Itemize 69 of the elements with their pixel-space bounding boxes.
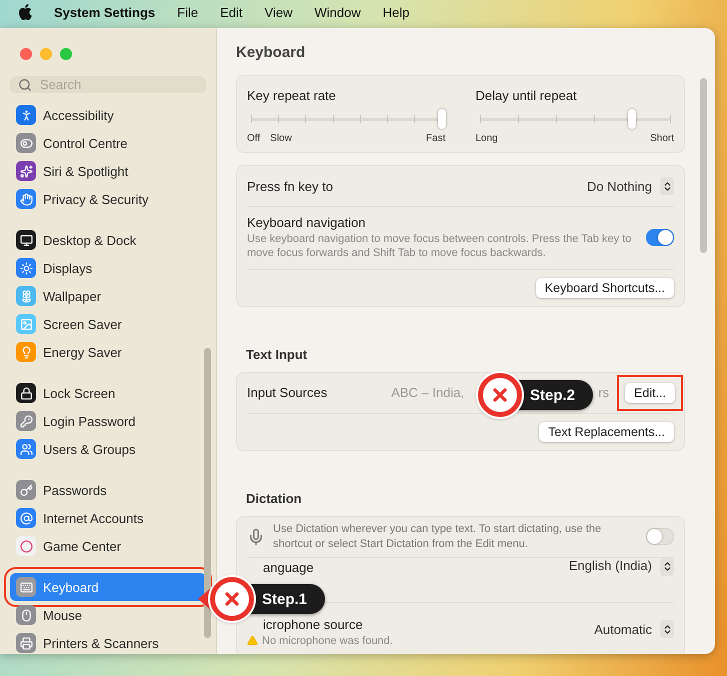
row-value: ABC – India, bbox=[391, 385, 464, 400]
edit-button[interactable]: Edit... bbox=[625, 382, 675, 403]
x-mark-icon bbox=[210, 577, 254, 621]
sidebar-item[interactable]: Login Password bbox=[10, 407, 206, 435]
row-description: Use Dictation wherever you can type text. To start dictating, use the shortcut or select Start Dictation from the Edit menu. bbox=[273, 522, 602, 551]
section-heading: Text Input bbox=[245, 346, 308, 364]
text-replacements-button[interactable]: Text Replacements... bbox=[539, 422, 674, 442]
toggle-switch[interactable] bbox=[646, 229, 674, 246]
row-label: anguage bbox=[262, 560, 315, 575]
microphone-icon bbox=[247, 528, 265, 546]
sidebar-item[interactable]: Keyboard bbox=[10, 573, 206, 601]
sidebar-item[interactable]: Privacy & Security bbox=[10, 185, 206, 213]
slider-mark: Short bbox=[650, 133, 674, 144]
page-title: Keyboard bbox=[236, 43, 306, 63]
menu-item[interactable]: Help bbox=[382, 4, 410, 20]
slider-track[interactable] bbox=[480, 107, 670, 131]
slider-thumb[interactable] bbox=[438, 109, 446, 129]
app-menu[interactable]: System Settings bbox=[54, 4, 156, 20]
slider-label: Delay until repeat bbox=[476, 88, 578, 103]
search-field[interactable]: Search bbox=[38, 76, 192, 93]
sidebar-item[interactable]: Control Centre bbox=[10, 129, 206, 157]
search-box[interactable]: Search bbox=[10, 76, 206, 93]
slider-label: Key repeat rate bbox=[247, 88, 337, 103]
sidebar-item[interactable]: Mouse bbox=[10, 601, 206, 629]
sidebar-item[interactable]: Energy Saver bbox=[10, 338, 206, 366]
popup-value[interactable]: Do Nothing bbox=[586, 178, 652, 194]
menu-item[interactable]: File bbox=[177, 4, 198, 20]
row-value: rs bbox=[598, 385, 610, 400]
stepper-icon[interactable] bbox=[660, 620, 674, 638]
stepper-icon[interactable] bbox=[660, 558, 674, 576]
stepper-icon[interactable] bbox=[660, 177, 674, 195]
sidebar-item[interactable]: Internet Accounts bbox=[10, 504, 206, 532]
row-label: Keyboard navigation bbox=[247, 215, 367, 230]
scrollbar[interactable] bbox=[204, 348, 211, 638]
sidebar-item[interactable]: Accessibility bbox=[10, 101, 206, 129]
sidebar-item[interactable]: Displays bbox=[10, 254, 206, 282]
sidebar-item[interactable]: Siri & Spotlight bbox=[10, 157, 206, 185]
row-label: Press fn key to bbox=[247, 178, 333, 194]
row-description: Use keyboard navigation to move focus between controls. Press the Tab key to move focus forwards and Shift Tab to move focus backwards. bbox=[247, 232, 632, 261]
close-button[interactable] bbox=[20, 48, 32, 60]
menu-item[interactable]: Edit bbox=[220, 4, 243, 20]
popup-value[interactable]: English (India) bbox=[568, 558, 652, 573]
sidebar-item[interactable]: Printers & Scanners bbox=[10, 629, 206, 654]
menu-item[interactable]: View bbox=[264, 4, 292, 20]
warning-icon bbox=[247, 635, 258, 646]
minimize-button[interactable] bbox=[40, 48, 52, 60]
scrollbar[interactable] bbox=[700, 78, 707, 253]
sidebar-item[interactable]: Lock Screen bbox=[10, 379, 206, 407]
menu-item[interactable]: Window bbox=[314, 4, 361, 20]
slider-thumb[interactable] bbox=[628, 109, 636, 129]
section-heading: Dictation bbox=[245, 490, 303, 508]
row-label: Input Sources bbox=[247, 385, 328, 400]
sidebar-item[interactable]: Passwords bbox=[10, 476, 206, 504]
zoom-button[interactable] bbox=[60, 48, 72, 60]
slider-mark: Off bbox=[247, 133, 260, 144]
sidebar-item[interactable]: Screen Saver bbox=[10, 310, 206, 338]
apple-logo-icon[interactable] bbox=[18, 4, 32, 20]
sidebar-item[interactable]: Game Center bbox=[10, 532, 206, 560]
sidebar-item[interactable]: Wallpaper bbox=[10, 282, 206, 310]
warning-text: No microphone was found. bbox=[262, 634, 393, 648]
row-label: icrophone source bbox=[262, 616, 364, 632]
slider-mark: Fast bbox=[426, 133, 446, 144]
sidebar-item[interactable]: Desktop & Dock bbox=[10, 226, 206, 254]
slider-mark: Long bbox=[476, 133, 498, 144]
popup-value[interactable]: Automatic bbox=[594, 622, 652, 637]
slider-mark: Slow bbox=[270, 133, 292, 144]
search-icon bbox=[18, 78, 32, 92]
keyboard-shortcuts-button[interactable]: Keyboard Shortcuts... bbox=[536, 278, 674, 298]
sidebar-item[interactable]: Users & Groups bbox=[10, 435, 206, 463]
